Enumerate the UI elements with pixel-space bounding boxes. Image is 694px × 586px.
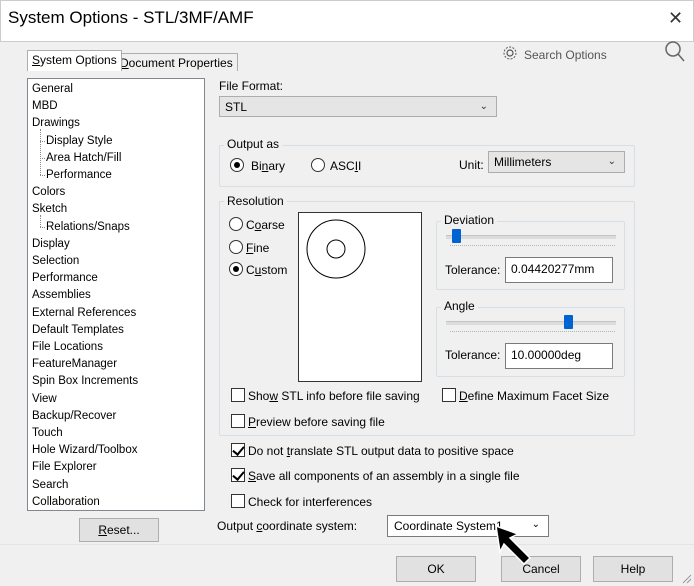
output-as-title: Output as: [224, 137, 283, 151]
tree-connector: [40, 140, 45, 142]
reset-button[interactable]: Reset...: [79, 518, 159, 542]
tree-item-selection[interactable]: Selection: [32, 253, 79, 270]
tree-item-file-explorer[interactable]: File Explorer: [32, 459, 97, 476]
tab-system-options[interactable]: System Options: [27, 50, 122, 71]
file-format-dropdown[interactable]: STL ⌄: [219, 96, 497, 117]
save-all-checkbox[interactable]: [231, 468, 245, 482]
unit-label: Unit:: [459, 158, 484, 172]
output-coord-value: Coordinate System1: [394, 519, 503, 533]
ascii-radio[interactable]: [311, 158, 325, 172]
angle-title: Angle: [441, 299, 478, 313]
tree-connector: [40, 226, 45, 228]
tree-item-relations-snaps[interactable]: Relations/Snaps: [46, 219, 130, 236]
tree-item-performance[interactable]: Performance: [32, 270, 98, 287]
coarse-label: Coarse: [246, 218, 285, 232]
custom-radio[interactable]: [229, 262, 243, 276]
chevron-down-icon: ⌄: [607, 156, 616, 167]
tree-item-hole-wizard-toolbox[interactable]: Hole Wizard/Toolbox: [32, 442, 137, 459]
angle-tolerance-label: Tolerance:: [445, 348, 501, 362]
tree-connector: [40, 129, 41, 175]
tree-item-spin-box-increments[interactable]: Spin Box Increments: [32, 373, 138, 390]
angle-tolerance-input[interactable]: 10.00000deg: [505, 343, 613, 369]
reset-button-label: Reset...: [98, 523, 140, 537]
ok-button[interactable]: OK: [396, 556, 476, 582]
deviation-tolerance-label: Tolerance:: [445, 263, 501, 277]
tree-item-featuremanager[interactable]: FeatureManager: [32, 356, 117, 373]
file-format-label: File Format:: [219, 79, 284, 93]
tab-system-options-label: System Options: [32, 53, 117, 67]
resolution-title: Resolution: [224, 194, 287, 208]
tree-item-search[interactable]: Search: [32, 477, 68, 494]
fine-radio[interactable]: [229, 240, 243, 254]
tree-item-view[interactable]: View: [32, 391, 57, 408]
angle-slider-ticks: [450, 331, 615, 334]
tree-item-general[interactable]: General: [32, 81, 73, 98]
check-interf-label: Check for interferences: [248, 495, 373, 509]
unit-dropdown[interactable]: Millimeters ⌄: [488, 151, 625, 173]
tree-connector: [40, 157, 45, 159]
tree-item-performance[interactable]: Performance: [46, 167, 112, 184]
window-title: System Options - STL/3MF/AMF: [8, 8, 254, 27]
search-input[interactable]: Search Options: [524, 48, 607, 62]
tab-document-properties[interactable]: Document Properties: [115, 53, 238, 71]
close-icon[interactable]: ✕: [668, 8, 683, 29]
coarse-radio[interactable]: [229, 217, 243, 231]
binary-radio[interactable]: [230, 158, 244, 172]
deviation-slider-thumb[interactable]: [452, 229, 462, 243]
deviation-title: Deviation: [441, 213, 498, 227]
deviation-slider-ticks: [450, 245, 615, 248]
no-translate-checkbox[interactable]: [231, 443, 245, 457]
tree-item-collaboration[interactable]: Collaboration: [32, 494, 100, 510]
angle-slider-thumb[interactable]: [564, 315, 574, 329]
tree-item-colors[interactable]: Colors: [32, 184, 65, 201]
footer-divider: [0, 544, 694, 545]
no-translate-label: Do not translate STL output data to posi…: [248, 444, 514, 458]
magnifier-icon[interactable]: [664, 40, 686, 70]
check-interf-checkbox[interactable]: [231, 494, 245, 508]
define-max-label: Define Maximum Facet Size: [459, 389, 610, 403]
show-info-label: Show STL info before file saving: [248, 389, 420, 403]
preview-checkbox[interactable]: [231, 414, 245, 428]
gear-icon: [502, 45, 518, 64]
fine-label: Fine: [246, 241, 270, 255]
deviation-slider-track: [446, 235, 616, 239]
ascii-label: ASCII: [330, 159, 362, 173]
custom-label: Custom: [246, 263, 288, 277]
output-coord-label: Output coordinate system:: [217, 519, 358, 533]
tree-connector: [40, 215, 41, 227]
tree-item-sketch[interactable]: Sketch: [32, 201, 67, 218]
mouse-pointer-icon: [494, 524, 538, 571]
tree-item-file-locations[interactable]: File Locations: [32, 339, 103, 356]
tree-item-touch[interactable]: Touch: [32, 425, 63, 442]
chevron-down-icon: ⌄: [479, 101, 488, 112]
tree-item-area-hatch-fill[interactable]: Area Hatch/Fill: [46, 150, 121, 167]
show-info-checkbox[interactable]: [231, 388, 245, 402]
tree-item-backup-recover[interactable]: Backup/Recover: [32, 408, 116, 425]
file-format-value: STL: [225, 100, 248, 114]
deviation-tolerance-input[interactable]: 0.04420277mm: [505, 257, 613, 283]
binary-label: Binary: [251, 159, 286, 173]
help-button[interactable]: Help: [593, 556, 673, 582]
tab-document-properties-label: Document Properties: [120, 56, 233, 70]
tree-item-external-references[interactable]: External References: [32, 305, 136, 322]
mesh-preview: [298, 212, 422, 382]
options-tree[interactable]: General MBD Drawings Display Style Area Hatc…: [27, 78, 205, 511]
angle-slider-track: [446, 321, 616, 325]
tree-item-display-style[interactable]: Display Style: [46, 133, 112, 150]
define-max-checkbox[interactable]: [442, 388, 456, 402]
save-all-label: Save all components of an assembly in a …: [248, 469, 520, 483]
tree-item-assemblies[interactable]: Assemblies: [32, 287, 91, 304]
preview-label: Preview before saving file: [248, 415, 385, 429]
tree-connector: [40, 175, 45, 176]
resize-grip-icon[interactable]: [680, 572, 692, 586]
tree-item-default-templates[interactable]: Default Templates: [32, 322, 124, 339]
tree-item-mbd[interactable]: MBD: [32, 98, 58, 115]
unit-value: Millimeters: [494, 155, 552, 169]
tree-item-display[interactable]: Display: [32, 236, 70, 253]
